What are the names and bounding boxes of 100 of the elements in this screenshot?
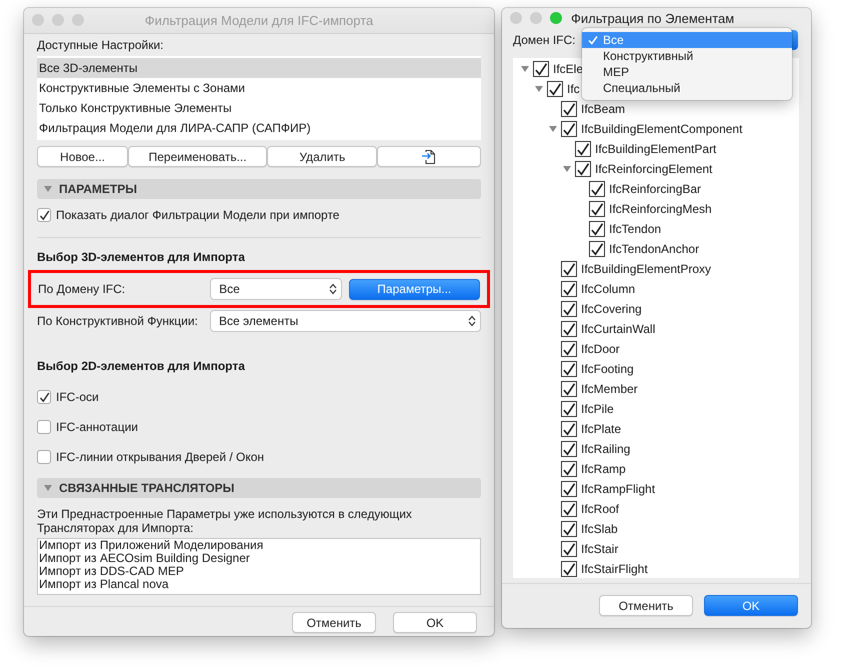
dialog-button[interactable]: OK [393, 612, 477, 633]
list-item[interactable]: Импорт из Plancal nova [39, 578, 480, 591]
section-header[interactable]: ПАРАМЕТРЫ [37, 179, 481, 199]
tree-item-label[interactable]: IfcRampFlight [581, 482, 656, 496]
preset-button[interactable]: Новое... [37, 146, 128, 167]
checkbox[interactable] [561, 301, 577, 317]
checkbox[interactable] [37, 390, 51, 404]
tree-item-label[interactable]: IfcTendon [609, 222, 662, 236]
checkbox[interactable] [561, 461, 577, 477]
tree-item-label[interactable]: IfcBuildingElementProxy [581, 262, 712, 276]
list-item[interactable]: Только Конструктивные Элементы [37, 98, 481, 118]
menu-item[interactable]: Конструктивный [582, 48, 792, 64]
section-heading: Выбор 2D-элементов для Импорта [37, 358, 246, 374]
list-label: Доступные Настройки: [37, 37, 164, 53]
import-button[interactable] [377, 146, 481, 167]
checkbox[interactable] [561, 561, 577, 577]
checkbox[interactable] [37, 450, 51, 464]
section-title: ПАРАМЕТРЫ [59, 182, 137, 196]
tree-item-label[interactable]: IfcStair [581, 542, 618, 556]
checkbox-label: IFC-аннотации [56, 420, 138, 434]
field-label: По Конструктивной Функции: [37, 314, 199, 328]
checkbox[interactable] [561, 381, 577, 397]
checkbox[interactable] [561, 321, 577, 337]
checkbox[interactable] [561, 421, 577, 437]
tree-item-label[interactable]: IfcRamp [581, 462, 626, 476]
checkbox[interactable] [561, 281, 577, 297]
checkbox-label: IFC-линии открывания Дверей / Окон [56, 450, 264, 464]
checkbox[interactable] [547, 81, 563, 97]
stepper-arrows-icon [468, 315, 476, 327]
tree-item-label[interactable]: IfcEle [553, 62, 584, 76]
tree-item-label[interactable]: IfcReinforcingBar [609, 182, 702, 196]
tree-item-label[interactable]: IfcTendonAnchor [609, 242, 700, 256]
section-title: СВЯЗАННЫЕ ТРАНСЛЯТОРЫ [59, 481, 234, 495]
tree-item-label[interactable]: IfcStairFlight [581, 562, 648, 576]
stepper-arrows-icon [328, 283, 337, 295]
checkbox[interactable] [589, 221, 605, 237]
disclosure-triangle-icon[interactable] [562, 164, 572, 174]
checkbox[interactable] [561, 541, 577, 557]
checkbox[interactable] [561, 441, 577, 457]
disclosure-triangle-icon[interactable] [548, 124, 558, 134]
section-header[interactable]: СВЯЗАННЫЕ ТРАНСЛЯТОРЫ [37, 478, 481, 498]
dialog-button[interactable]: OK [704, 595, 798, 616]
tree-item-label[interactable]: IfcFooting [581, 362, 634, 376]
checkbox-label: Показать диалог Фильтрации Модели при импорте [56, 208, 340, 222]
tree-item-label[interactable]: IfcPlate [581, 422, 622, 436]
preset-button[interactable]: Переименовать... [128, 146, 268, 167]
tree-item-label[interactable]: IfcColumn [581, 282, 636, 296]
tree-item-label[interactable]: IfcMember [581, 382, 638, 396]
checkbox[interactable] [575, 141, 591, 157]
tree-item-label[interactable]: IfcReinforcingMesh [609, 202, 712, 216]
tree-item-label[interactable]: IfcRoof [581, 502, 620, 516]
dialog-button[interactable]: Отменить [292, 612, 376, 633]
list-item[interactable]: Импорт из DDS-CAD MEP [39, 565, 480, 578]
import-file-icon [421, 148, 438, 164]
parameters-button[interactable]: Параметры... [348, 278, 480, 300]
dropdown[interactable]: Все элементы [210, 310, 481, 332]
window-title: Фильтрация по Элементам [571, 10, 734, 26]
tree-item-label[interactable]: IfcDoor [581, 342, 620, 356]
menu-item[interactable]: MEP [582, 64, 792, 80]
checkbox[interactable] [561, 501, 577, 517]
checkbox[interactable] [561, 361, 577, 377]
checkbox[interactable] [589, 241, 605, 257]
list-item[interactable]: Все 3D-элементы [37, 58, 481, 78]
checkbox[interactable] [561, 521, 577, 537]
preset-button[interactable]: Удалить [267, 146, 378, 167]
tree-item-label[interactable]: IfcReinforcingElement [595, 162, 712, 176]
tree-item-label[interactable]: IfcBuildingElementPart [595, 142, 716, 156]
list-item[interactable]: Фильтрация Модели для ЛИРА-САПР (САПФИР) [37, 118, 481, 138]
checkbox[interactable] [37, 208, 51, 222]
tree-item-label[interactable]: IfcRailing [581, 442, 630, 456]
checkbox[interactable] [561, 101, 577, 117]
checkbox[interactable] [589, 201, 605, 217]
tree-item-label[interactable]: Ifc [567, 82, 580, 96]
menu-item[interactable]: Специальный [582, 80, 792, 96]
section-heading: Выбор 3D-элементов для Импорта [37, 249, 246, 265]
disclosure-triangle-icon[interactable] [520, 64, 530, 74]
tree-item-label[interactable]: IfcSlab [581, 522, 618, 536]
tree-item-label[interactable]: IfcBeam [581, 102, 626, 116]
checkbox[interactable] [561, 481, 577, 497]
checkbox[interactable] [37, 420, 51, 434]
tree-item-label[interactable]: IfcPile [581, 402, 614, 416]
list-item[interactable]: Конструктивные Элементы с Зонами [37, 78, 481, 98]
window-title: Фильтрация Модели для IFC-импорта [144, 13, 374, 28]
list-item[interactable]: Импорт из AECOsim Building Designer [39, 552, 480, 565]
disclosure-triangle-icon[interactable] [534, 84, 544, 94]
checkbox[interactable] [533, 61, 549, 77]
checkbox[interactable] [561, 401, 577, 417]
checkbox[interactable] [561, 121, 577, 137]
list-item[interactable]: Импорт из Приложений Моделирования [39, 539, 480, 552]
checkbox[interactable] [561, 341, 577, 357]
dialog-button[interactable]: Отменить [599, 595, 693, 616]
checkbox[interactable] [561, 261, 577, 277]
field-label: По Домену IFC: [38, 282, 126, 296]
checkbox[interactable] [575, 161, 591, 177]
tree-item-label[interactable]: IfcBuildingElementComponent [581, 122, 742, 136]
checkmark-icon [588, 35, 598, 45]
tree-item-label[interactable]: IfcCurtainWall [581, 322, 656, 336]
dropdown[interactable]: Все [210, 278, 342, 300]
checkbox[interactable] [589, 181, 605, 197]
tree-item-label[interactable]: IfcCovering [581, 302, 642, 316]
